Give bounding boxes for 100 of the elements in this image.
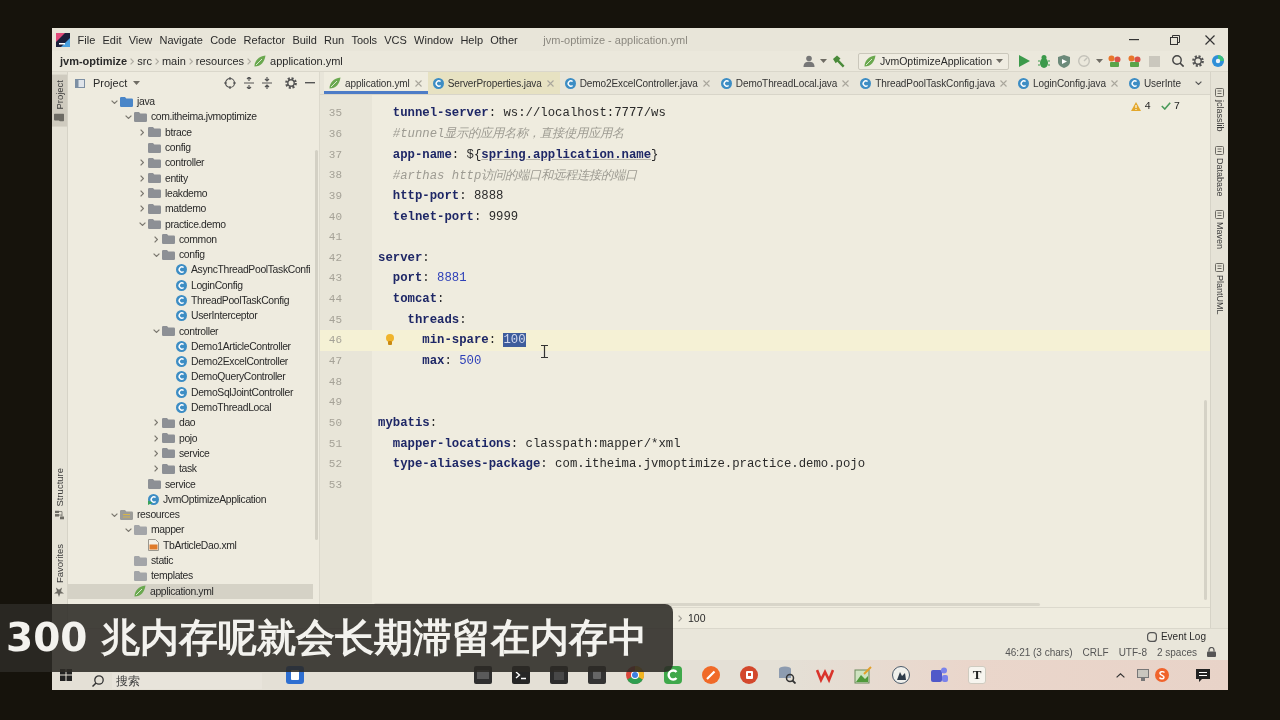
- chevron-down-icon[interactable]: [110, 99, 118, 104]
- tool-window-tab[interactable]: jclasslib: [1214, 88, 1225, 132]
- tree-item[interactable]: com.itheima.jvmoptimize: [68, 109, 313, 125]
- menu-item[interactable]: VCS: [380, 33, 411, 46]
- minimize-icon[interactable]: [1129, 38, 1139, 41]
- search-icon[interactable]: [1172, 55, 1184, 67]
- tree-item[interactable]: entity: [68, 170, 313, 186]
- editor-tab[interactable]: Demo2ExcelController.java: [559, 72, 716, 94]
- hammer-icon[interactable]: [832, 54, 846, 68]
- chevron-right-icon[interactable]: [154, 235, 158, 243]
- tool-window-tab[interactable]: Favorites: [52, 538, 67, 602]
- inspection-count[interactable]: 4: [1131, 100, 1151, 112]
- tree-item[interactable]: btrace: [68, 124, 313, 140]
- settings-icon[interactable]: [1192, 55, 1204, 67]
- chevron-down-icon[interactable]: [124, 527, 132, 532]
- editor-tab[interactable]: DemoThreadLocal.java: [715, 72, 856, 94]
- menu-item[interactable]: Navigate: [155, 33, 207, 46]
- tree-item[interactable]: leakdemo: [68, 185, 313, 202]
- menu-item[interactable]: View: [125, 33, 156, 46]
- chevron-right-icon[interactable]: [140, 189, 144, 197]
- tree-item[interactable]: application.yml: [68, 583, 313, 599]
- chevron-down-icon[interactable]: [152, 252, 160, 257]
- tree-item[interactable]: config: [68, 139, 313, 156]
- file-encoding[interactable]: UTF-8: [1118, 646, 1147, 658]
- tree-item[interactable]: dao: [68, 415, 313, 431]
- close-icon[interactable]: [1205, 34, 1215, 45]
- tree-item[interactable]: TbArticleDao.xml: [68, 537, 313, 553]
- lock-icon[interactable]: [1207, 647, 1216, 657]
- swirl-logo-icon[interactable]: [1212, 55, 1224, 67]
- tree-item[interactable]: java: [68, 94, 313, 110]
- shield-icon[interactable]: [1058, 54, 1070, 68]
- editor-tab[interactable]: application.yml: [324, 72, 428, 94]
- menu-item[interactable]: Build: [288, 33, 321, 46]
- tool-window-tab[interactable]: Project: [52, 75, 67, 127]
- tree-item[interactable]: static: [68, 552, 313, 569]
- breadcrumb-item[interactable]: src: [137, 55, 152, 67]
- caret-position[interactable]: 46:21 (3 chars): [1005, 646, 1073, 658]
- tree-item[interactable]: matdemo: [68, 201, 313, 217]
- breadcrumb-item[interactable]: jvm-optimize: [60, 55, 128, 67]
- chevron-right-icon[interactable]: [140, 159, 144, 167]
- round-emblem-icon[interactable]: [892, 666, 910, 684]
- caret-icon[interactable]: [1095, 59, 1103, 63]
- chevron-down-icon[interactable]: [152, 329, 160, 334]
- caret-icon[interactable]: [820, 59, 828, 63]
- chevron-right-icon[interactable]: [154, 434, 158, 442]
- bug-icon[interactable]: [1038, 54, 1050, 68]
- tree-item[interactable]: service: [68, 476, 313, 492]
- tree-item[interactable]: controller: [68, 323, 313, 339]
- chevron-right-icon[interactable]: [140, 128, 144, 136]
- menu-item[interactable]: Edit: [98, 33, 126, 46]
- run-icon[interactable]: [1018, 55, 1030, 67]
- image-edit-icon[interactable]: [854, 666, 872, 684]
- tool-window-tab[interactable]: PlantUML: [1214, 263, 1225, 315]
- tree-item[interactable]: AsyncThreadPoolTaskConfi: [68, 262, 313, 278]
- project-view-dropdown[interactable]: Project: [75, 77, 141, 89]
- search-field[interactable]: 搜索: [112, 673, 262, 689]
- tree-item[interactable]: DemoSqlJointController: [68, 384, 313, 400]
- breadcrumb-item[interactable]: resources: [195, 55, 245, 67]
- chevron-right-icon[interactable]: [154, 465, 158, 473]
- tree-item[interactable]: LoginConfig: [68, 277, 313, 293]
- blocks-icon[interactable]: [1127, 55, 1141, 67]
- blocks-icon[interactable]: [1107, 55, 1121, 67]
- chevron-right-icon[interactable]: [154, 419, 158, 427]
- menu-item[interactable]: Window: [410, 33, 457, 46]
- tree-item[interactable]: config: [68, 246, 313, 263]
- tree-item[interactable]: DemoQueryController: [68, 369, 313, 385]
- line-separator[interactable]: CRLF: [1082, 646, 1109, 658]
- chevron-right-icon[interactable]: [140, 205, 144, 213]
- menu-item[interactable]: Refactor: [240, 33, 289, 46]
- menu-item[interactable]: Other: [486, 33, 522, 46]
- tree-item[interactable]: DemoThreadLocal: [68, 399, 313, 416]
- tree-item[interactable]: mapper: [68, 522, 313, 538]
- swirl-icon[interactable]: [1155, 668, 1169, 682]
- tool-window-tab[interactable]: Structure: [52, 463, 67, 525]
- chevron-up-icon[interactable]: [1116, 672, 1125, 678]
- chevron-down-icon[interactable]: [124, 114, 132, 119]
- people-tile-icon[interactable]: [930, 666, 948, 684]
- chevron-down-icon[interactable]: [110, 512, 118, 517]
- tree-item[interactable]: Demo1ArticleController: [68, 338, 313, 355]
- tree-item[interactable]: resources: [68, 507, 313, 523]
- pencil-circle-icon[interactable]: [702, 666, 720, 684]
- tree-item[interactable]: practice.demo: [68, 216, 313, 232]
- editor-tab[interactable]: ServerProperties.java: [427, 72, 560, 94]
- editor-tab[interactable]: ThreadPoolTaskConfig.java: [855, 72, 1014, 94]
- user-icon[interactable]: [802, 55, 815, 67]
- breadcrumb-item[interactable]: main: [161, 55, 186, 67]
- menu-item[interactable]: Help: [456, 33, 487, 46]
- breadcrumb-item[interactable]: 100: [688, 612, 706, 624]
- event-log-button[interactable]: Event Log: [1146, 631, 1206, 642]
- editor-tab[interactable]: LoginConfig.java: [1013, 72, 1124, 94]
- chevron-right-icon[interactable]: [154, 449, 158, 457]
- tree-item[interactable]: templates: [68, 568, 313, 584]
- menu-item[interactable]: Run: [320, 33, 348, 46]
- collapse-all-icon[interactable]: [262, 77, 272, 89]
- crosshair-icon[interactable]: [224, 77, 236, 89]
- notification-icon[interactable]: [1196, 668, 1210, 682]
- restore-icon[interactable]: [1170, 34, 1180, 45]
- tree-item[interactable]: UserInterceptor: [68, 308, 313, 324]
- run-config-dropdown[interactable]: JvmOptimizeApplication: [857, 52, 1009, 70]
- lightbulb-icon[interactable]: [386, 334, 394, 346]
